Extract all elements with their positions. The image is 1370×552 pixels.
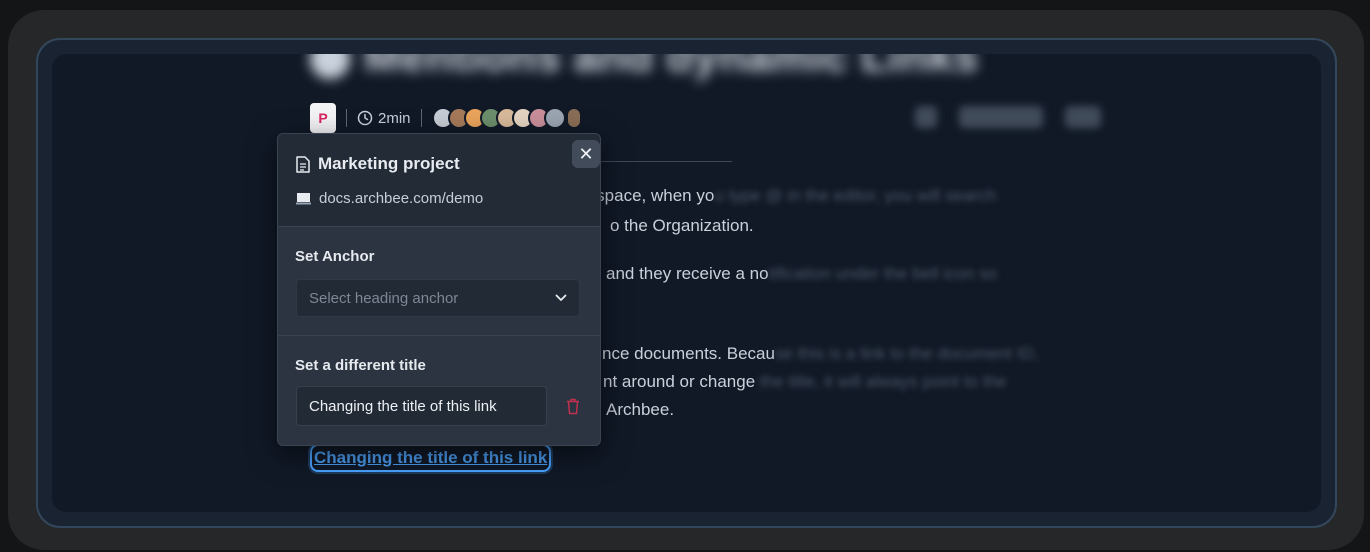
title-emoji-icon — [310, 54, 350, 80]
space-badge[interactable]: P — [310, 103, 336, 133]
page-title: Mentions and dynamic Links — [310, 54, 978, 82]
toolbar-button-status[interactable] — [1065, 106, 1101, 128]
paragraph-line: nt around or change the title, it will a… — [603, 372, 1007, 391]
paragraph-line: Archbee. — [606, 400, 675, 419]
avatar-more[interactable] — [567, 109, 580, 127]
paragraph-line: and they receive a notification under th… — [606, 264, 998, 283]
page-title-text: Mentions and dynamic Links — [364, 54, 979, 81]
trash-icon[interactable] — [566, 398, 580, 415]
link-title-input[interactable] — [296, 386, 547, 426]
url-icon — [296, 193, 311, 205]
read-time: 2min — [357, 110, 411, 127]
read-time-label: 2min — [378, 109, 411, 127]
close-popover-button[interactable]: ✕ — [572, 140, 600, 168]
toolbar-button-icon[interactable] — [915, 106, 937, 128]
url-label: docs.archbee.com/demo — [319, 190, 484, 207]
clock-icon — [357, 110, 373, 126]
chevron-down-icon — [555, 294, 567, 301]
heading-anchor-select[interactable]: Select heading anchor — [296, 279, 580, 317]
linked-space-url[interactable]: docs.archbee.com/demo — [296, 190, 483, 207]
document-icon — [296, 155, 310, 173]
heading-anchor-placeholder: Select heading anchor — [309, 289, 459, 307]
toolbar-button-review[interactable] — [959, 106, 1043, 128]
contributors-avatars[interactable] — [431, 107, 566, 129]
popover-header: Marketing project docs.archbee.com/demo … — [278, 134, 600, 227]
avatar[interactable] — [543, 107, 566, 129]
close-icon: ✕ — [578, 143, 594, 164]
set-anchor-section: Set Anchor Select heading anchor — [278, 227, 600, 336]
link-popover: Marketing project docs.archbee.com/demo … — [277, 133, 601, 446]
title-underline — [582, 161, 732, 162]
set-title-section: Set a different title — [278, 336, 600, 444]
linked-document[interactable]: Marketing project — [296, 154, 460, 174]
editor-area: Mentions and dynamic Links P 2min a spac… — [52, 54, 1321, 512]
meta-divider — [420, 109, 422, 127]
dynamic-link[interactable]: Changing the title of this link — [310, 444, 552, 472]
app-screen: Mentions and dynamic Links P 2min a spac… — [36, 38, 1337, 528]
document-meta-row: P 2min — [310, 102, 580, 134]
set-title-label: Set a different title — [295, 357, 426, 374]
paragraph-line: a space, when you type @ in the editor, … — [582, 186, 997, 205]
linked-document-title: Marketing project — [318, 154, 460, 173]
meta-divider — [346, 109, 347, 127]
paragraph-line: nce documents. Because this is a link to… — [602, 344, 1039, 363]
set-anchor-label: Set Anchor — [295, 248, 375, 265]
paragraph-line: o the Organization. — [610, 216, 754, 235]
document-toolbar — [915, 106, 1101, 128]
